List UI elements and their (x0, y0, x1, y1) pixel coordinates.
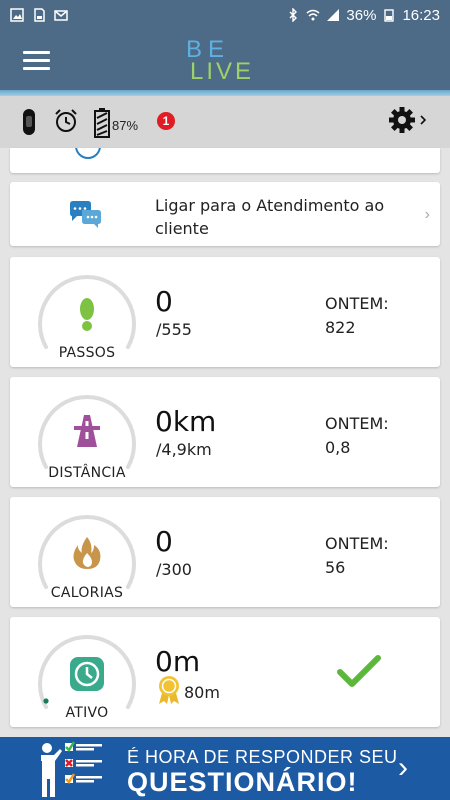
steps-yesterday-label: ONTEM: (325, 294, 389, 313)
active-goal: 80m (184, 683, 220, 702)
support-label: Ligar para o Atendimento ao cliente (155, 196, 385, 238)
steps-value: 0 (155, 285, 173, 318)
active-value: 0m (155, 645, 201, 678)
distance-goal: /4,9km (156, 440, 212, 459)
footprint-icon (80, 298, 94, 331)
chevron-right-icon: › (398, 751, 408, 784)
status-time: 16:23 (402, 6, 440, 24)
calories-label: CALORIAS (50, 585, 124, 601)
distance-yesterday-value: 0,8 (325, 438, 351, 457)
sd-card-icon (34, 8, 45, 22)
partial-card[interactable] (10, 148, 440, 173)
steps-card[interactable]: PASSOS 0 /555 ONTEM: 822 (10, 257, 440, 367)
settings-button[interactable] (388, 106, 432, 136)
band-icon[interactable] (17, 108, 41, 136)
distance-label: DISTÂNCIA (48, 465, 126, 481)
partial-circle-icon (75, 148, 101, 159)
banner-line2: QUESTIONÁRIO! (127, 767, 358, 797)
calories-yesterday-value: 56 (325, 558, 346, 577)
medal-icon (159, 676, 179, 704)
status-battery: 36% (346, 6, 377, 24)
notification-badge[interactable]: 1 (157, 112, 175, 130)
steps-yesterday-value: 822 (325, 318, 356, 337)
app-logo: BE LIVE (186, 36, 266, 86)
chevron-right-icon: › (424, 206, 430, 223)
road-icon (74, 415, 100, 447)
bluetooth-icon (289, 8, 298, 22)
flame-icon (73, 537, 101, 569)
wifi-icon (306, 9, 320, 21)
questionnaire-person-icon (41, 741, 102, 797)
calories-card[interactable]: CALORIAS 0 /300 ONTEM: 56 (10, 497, 440, 607)
distance-yesterday-label: ONTEM: (325, 414, 389, 433)
status-battery-icon (384, 9, 395, 22)
calories-goal: /300 (156, 560, 192, 579)
clock-icon (70, 657, 104, 691)
customer-support-card[interactable]: Ligar para o Atendimento ao cliente › (10, 182, 440, 246)
steps-goal: /555 (156, 320, 192, 339)
battery-icon (94, 108, 110, 138)
distance-card[interactable]: DISTÂNCIA 0km /4,9km ONTEM: 0,8 (10, 377, 440, 487)
calories-value: 0 (155, 525, 173, 558)
device-battery-percent: 87% (112, 118, 139, 133)
gear-icon (389, 107, 427, 133)
mail-icon (54, 10, 68, 21)
active-label: ATIVO (65, 705, 109, 721)
active-card[interactable]: ATIVO 0m 80m (10, 617, 440, 727)
logo-live: LIVE (190, 58, 255, 85)
questionnaire-banner[interactable]: É HORA DE RESPONDER SEU QUESTIONÁRIO! › (0, 737, 450, 800)
image-icon (10, 8, 24, 22)
device-bar: 87% 1 (0, 96, 450, 148)
status-bar: 36% 16:23 (0, 0, 450, 30)
steps-label: PASSOS (58, 345, 116, 361)
alarm-icon[interactable] (53, 108, 79, 134)
app-bar: BE LIVE (0, 30, 450, 90)
banner-line1: É HORA DE RESPONDER SEU (127, 747, 398, 767)
chat-icon (70, 201, 101, 228)
menu-button[interactable] (23, 51, 50, 71)
calories-yesterday-label: ONTEM: (325, 534, 389, 553)
checkmark-icon (337, 655, 381, 687)
distance-value: 0km (155, 405, 217, 438)
signal-icon (327, 9, 340, 21)
